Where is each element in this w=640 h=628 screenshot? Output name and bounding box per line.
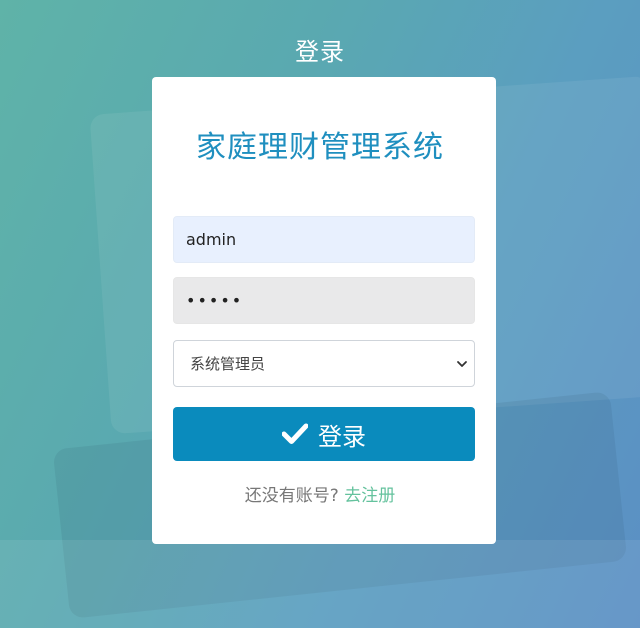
register-link[interactable]: 去注册 — [344, 486, 395, 506]
register-prompt: 还没有账号? — [244, 486, 339, 506]
username-value: admin — [186, 230, 237, 249]
role-select-value: 系统管理员 — [190, 355, 266, 373]
login-button-label: 登录 — [318, 422, 366, 451]
chevron-down-icon — [457, 360, 467, 367]
register-row: 还没有账号? 去注册 — [0, 481, 640, 506]
role-select[interactable]: 系统管理员 — [173, 340, 475, 387]
password-value: ••••• — [186, 291, 244, 310]
login-button[interactable]: 登录 — [173, 407, 475, 461]
system-title: 家庭理财管理系统 — [196, 130, 444, 165]
background-band — [0, 540, 640, 628]
password-input[interactable]: ••••• — [173, 277, 475, 324]
check-icon — [282, 423, 308, 444]
username-input[interactable]: admin — [173, 216, 475, 263]
page-heading: 登录 — [295, 38, 345, 66]
